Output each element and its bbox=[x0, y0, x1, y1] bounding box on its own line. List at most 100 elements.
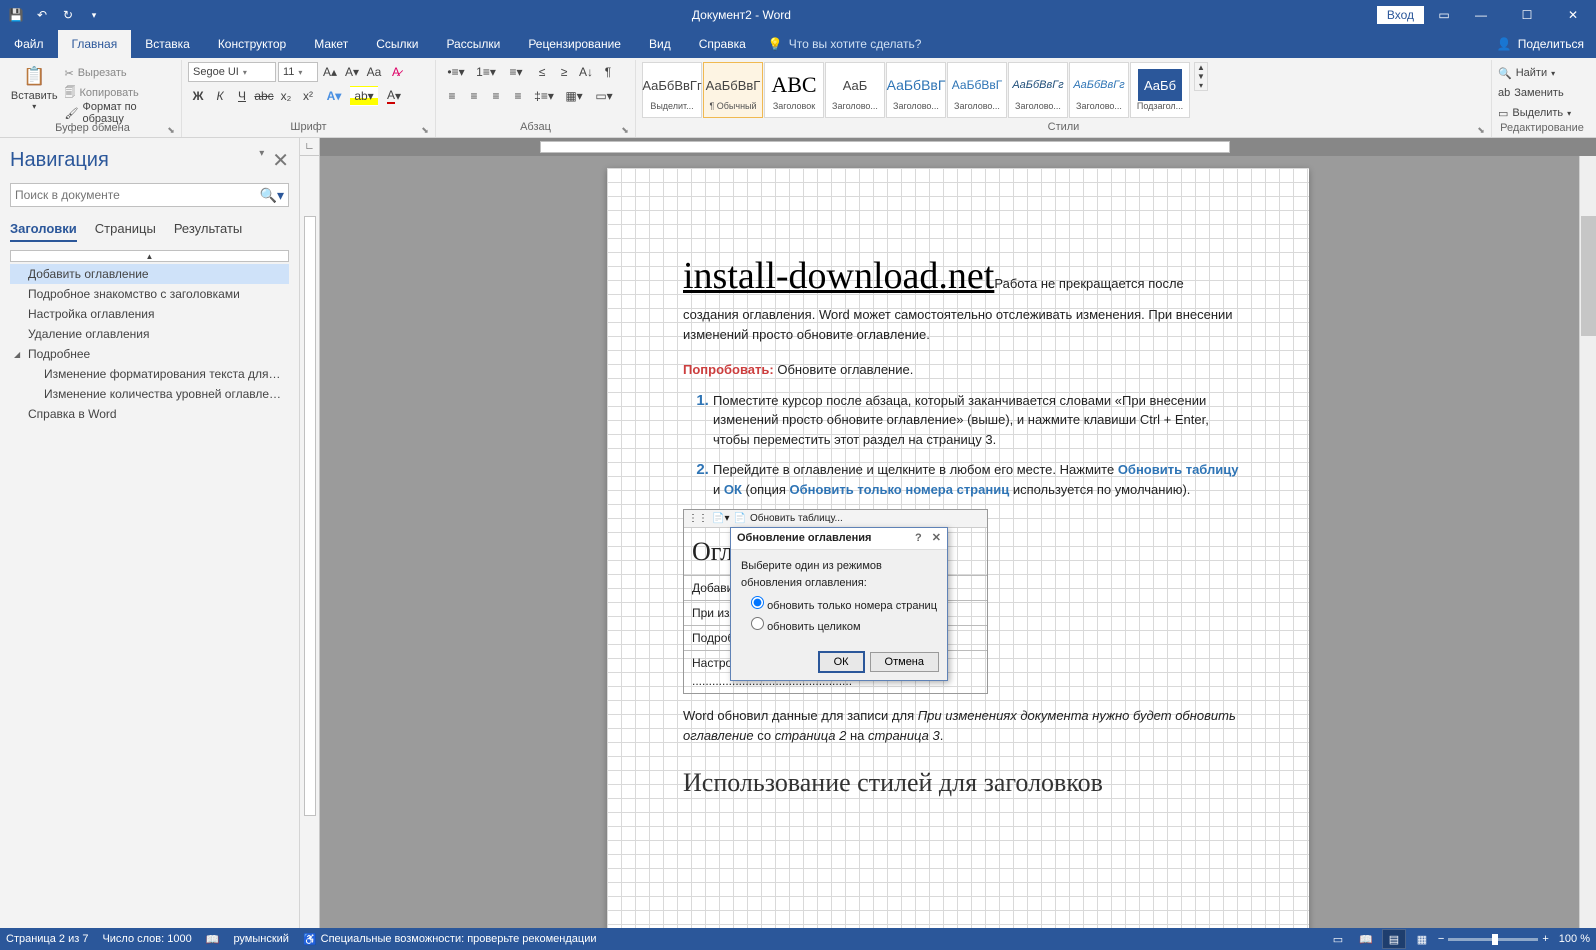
toc-menu-icon[interactable]: 📄▾ bbox=[712, 511, 729, 526]
copy-button[interactable]: 🗐Копировать bbox=[63, 84, 176, 102]
style-item[interactable]: АаБбВвГЗаголово... bbox=[947, 62, 1007, 118]
status-language[interactable]: румынский bbox=[233, 933, 289, 945]
view-read-icon[interactable]: 📖 bbox=[1354, 929, 1378, 949]
toc-update-icon[interactable]: 📄 bbox=[733, 511, 745, 526]
bold-icon[interactable]: Ж bbox=[188, 86, 208, 106]
ok-button[interactable]: ОК bbox=[819, 652, 864, 672]
tab-insert[interactable]: Вставка bbox=[131, 30, 204, 58]
zoom-slider[interactable] bbox=[1448, 938, 1538, 941]
underline-icon[interactable]: Ч bbox=[232, 86, 252, 106]
tab-mailings[interactable]: Рассылки bbox=[432, 30, 514, 58]
zoom-value[interactable]: 100 % bbox=[1559, 933, 1590, 945]
save-icon[interactable]: 💾 bbox=[4, 3, 28, 27]
undo-icon[interactable]: ↶ bbox=[30, 3, 54, 27]
increase-font-icon[interactable]: A▴ bbox=[320, 62, 340, 82]
nav-heading-item[interactable]: Настройка оглавления bbox=[10, 304, 289, 324]
tab-selector[interactable]: ∟ bbox=[300, 138, 320, 156]
replace-button[interactable]: abЗаменить bbox=[1498, 84, 1571, 102]
show-marks-icon[interactable]: ¶ bbox=[598, 62, 618, 82]
font-name-combo[interactable]: Segoe UI▾ bbox=[188, 62, 276, 82]
nav-close-icon[interactable]: ✕ bbox=[272, 148, 289, 173]
select-button[interactable]: ▭Выделить▾ bbox=[1498, 104, 1571, 122]
scrollbar-thumb[interactable] bbox=[1581, 216, 1596, 336]
style-item[interactable]: АаБбВвГгЗаголово... bbox=[1008, 62, 1068, 118]
launcher-icon[interactable]: ⬊ bbox=[1475, 125, 1487, 137]
nav-heading-item[interactable]: Справка в Word bbox=[10, 404, 289, 424]
help-icon[interactable]: ? bbox=[915, 530, 922, 547]
clear-format-icon[interactable]: A̷ bbox=[386, 62, 406, 82]
view-web-icon[interactable]: ▦ bbox=[1410, 929, 1434, 949]
document-scroll[interactable]: install-download.netРабота не прекращает… bbox=[320, 156, 1596, 928]
toc-update-label[interactable]: Обновить таблицу... bbox=[750, 511, 843, 526]
paste-button[interactable]: 📋 Вставить ▾ bbox=[10, 62, 59, 120]
status-a11y[interactable]: ♿Специальные возможности: проверьте реко… bbox=[303, 933, 597, 946]
nav-heading-item[interactable]: Подробное знакомство с заголовками bbox=[10, 284, 289, 304]
share-button[interactable]: 👤 Поделиться bbox=[1485, 30, 1596, 58]
signin-button[interactable]: Вход bbox=[1377, 6, 1424, 24]
nav-heading-item[interactable]: Подробнее bbox=[10, 344, 289, 364]
navtab-results[interactable]: Результаты bbox=[174, 221, 242, 242]
text-effects-icon[interactable]: A▾ bbox=[320, 86, 348, 106]
search-input[interactable] bbox=[15, 188, 260, 202]
radio-whole[interactable]: обновить целиком bbox=[751, 616, 937, 637]
line-spacing-icon[interactable]: ‡≡▾ bbox=[530, 86, 558, 106]
style-item[interactable]: АаБбВвГЗаголово... bbox=[886, 62, 946, 118]
maximize-icon[interactable]: ☐ bbox=[1504, 0, 1550, 30]
status-spell-icon[interactable]: 📖 bbox=[206, 933, 220, 946]
styles-up-icon[interactable]: ▲ bbox=[1195, 63, 1207, 72]
styles-expand-icon[interactable]: ▾ bbox=[1195, 81, 1207, 90]
nav-heading-item[interactable]: Изменение форматирования текста для запи… bbox=[10, 364, 289, 384]
styles-down-icon[interactable]: ▼ bbox=[1195, 72, 1207, 81]
align-left-icon[interactable]: ≡ bbox=[442, 86, 462, 106]
align-center-icon[interactable]: ≡ bbox=[464, 86, 484, 106]
subscript-icon[interactable]: x₂ bbox=[276, 86, 296, 106]
bullets-icon[interactable]: •≡▾ bbox=[442, 62, 470, 82]
zoom-out-icon[interactable]: − bbox=[1438, 933, 1444, 945]
dialog-close-icon[interactable]: ✕ bbox=[932, 530, 941, 547]
italic-icon[interactable]: К bbox=[210, 86, 230, 106]
tell-me[interactable]: 💡 Что вы хотите сделать? bbox=[760, 30, 930, 58]
tab-home[interactable]: Главная bbox=[58, 30, 132, 58]
toc-object[interactable]: ⋮⋮ 📄▾ 📄 Обновить таблицу... Огла Добавит… bbox=[683, 509, 988, 694]
nav-search[interactable]: 🔍▾ bbox=[10, 183, 289, 207]
nav-collapse-bar[interactable]: ▲ bbox=[10, 250, 289, 262]
multilevel-icon[interactable]: ≡▾ bbox=[502, 62, 530, 82]
increase-indent-icon[interactable]: ≥ bbox=[554, 62, 574, 82]
radio-pages-only[interactable]: обновить только номера страниц bbox=[751, 595, 937, 616]
status-words[interactable]: Число слов: 1000 bbox=[102, 933, 191, 945]
find-button[interactable]: 🔍Найти▾ bbox=[1498, 64, 1571, 82]
tab-help[interactable]: Справка bbox=[685, 30, 760, 58]
launcher-icon[interactable]: ⬊ bbox=[619, 125, 631, 137]
navtab-headings[interactable]: Заголовки bbox=[10, 221, 77, 242]
view-focus-icon[interactable]: ▭ bbox=[1326, 929, 1350, 949]
dialog-title-bar[interactable]: Обновление оглавления ?✕ bbox=[731, 528, 947, 550]
qat-more-icon[interactable]: ▾ bbox=[82, 3, 106, 27]
highlight-icon[interactable]: ab▾ bbox=[350, 86, 378, 106]
status-page[interactable]: Страница 2 из 7 bbox=[6, 933, 88, 945]
superscript-icon[interactable]: x² bbox=[298, 86, 318, 106]
tab-view[interactable]: Вид bbox=[635, 30, 685, 58]
launcher-icon[interactable]: ⬊ bbox=[165, 125, 177, 137]
cut-button[interactable]: ✂Вырезать bbox=[63, 64, 176, 82]
tab-layout[interactable]: Макет bbox=[300, 30, 362, 58]
tab-review[interactable]: Рецензирование bbox=[514, 30, 635, 58]
nav-heading-item[interactable]: Добавить оглавление bbox=[10, 264, 289, 284]
cancel-button[interactable]: Отмена bbox=[870, 652, 939, 672]
vertical-ruler[interactable] bbox=[300, 156, 320, 928]
align-right-icon[interactable]: ≡ bbox=[486, 86, 506, 106]
toc-grip-icon[interactable]: ⋮⋮ bbox=[688, 511, 708, 526]
style-item[interactable]: АаБбВвГгВыделит... bbox=[642, 62, 702, 118]
change-case-icon[interactable]: Aa bbox=[364, 62, 384, 82]
redo-icon[interactable]: ↻ bbox=[56, 3, 80, 27]
vertical-scrollbar[interactable] bbox=[1579, 156, 1596, 928]
close-icon[interactable]: ✕ bbox=[1550, 0, 1596, 30]
minimize-icon[interactable]: — bbox=[1458, 0, 1504, 30]
tab-file[interactable]: Файл bbox=[0, 30, 58, 58]
ribbon-options-icon[interactable]: ▭ bbox=[1430, 0, 1458, 30]
style-item[interactable]: ABCЗаголовок bbox=[764, 62, 824, 118]
shading-icon[interactable]: ▦▾ bbox=[560, 86, 588, 106]
strike-icon[interactable]: abc bbox=[254, 86, 274, 106]
page-content[interactable]: install-download.netРабота не прекращает… bbox=[607, 168, 1309, 842]
justify-icon[interactable]: ≡ bbox=[508, 86, 528, 106]
decrease-font-icon[interactable]: A▾ bbox=[342, 62, 362, 82]
